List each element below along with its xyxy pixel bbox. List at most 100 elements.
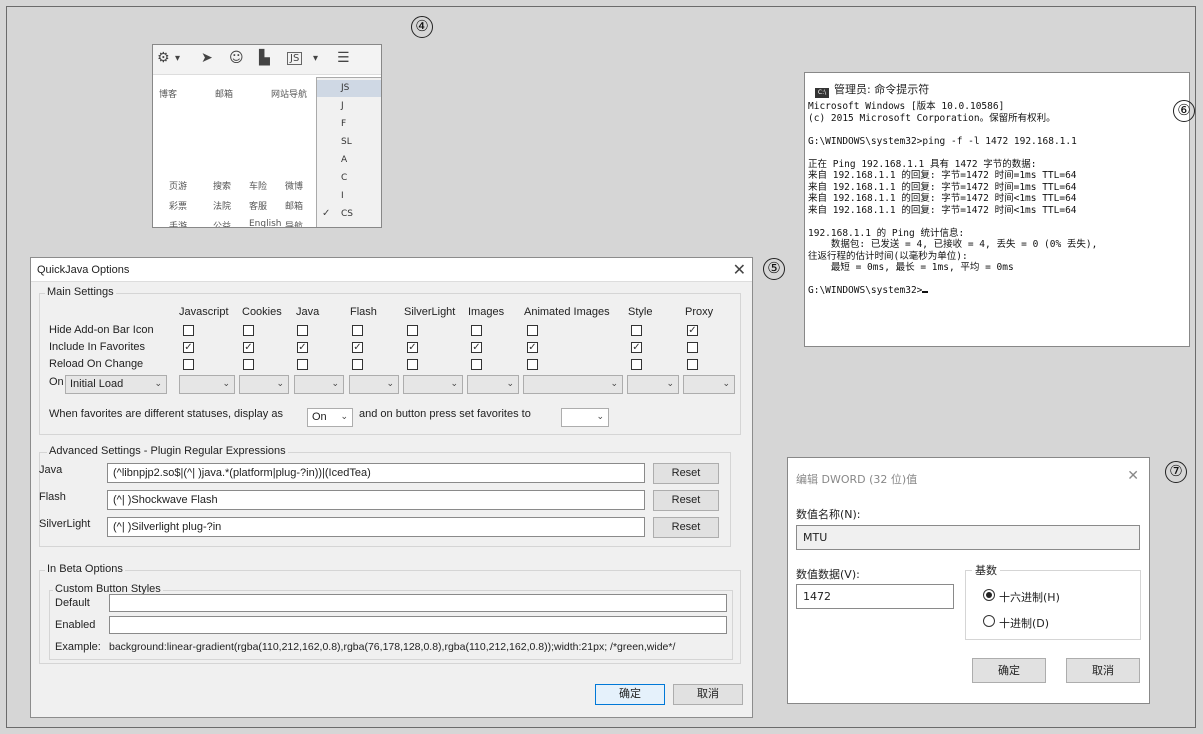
cmd-line: G:\WINDOWS\system32> <box>808 285 929 296</box>
main-settings-label: Main Settings <box>45 286 116 298</box>
column-select[interactable]: ⌄ <box>683 375 735 394</box>
plugin-label-java: Java <box>39 464 63 476</box>
hamburger-menu-icon[interactable]: ☰ <box>337 50 350 66</box>
menu-item-sl[interactable]: SL <box>317 134 381 151</box>
option-checkbox[interactable]: ✓ <box>183 342 194 353</box>
gear-menu-icon[interactable]: ⚙ <box>157 50 170 66</box>
column-select[interactable]: ⌄ <box>349 375 399 394</box>
option-checkbox[interactable] <box>297 359 308 370</box>
favorites-set-select[interactable]: ⌄ <box>561 408 609 427</box>
plugin-label-silverlight: SilverLight <box>39 518 91 530</box>
grid-link[interactable]: 微博 <box>285 179 303 192</box>
option-checkbox[interactable] <box>352 359 363 370</box>
option-checkbox[interactable]: ✓ <box>631 342 642 353</box>
nav-link[interactable]: 网站导航 <box>271 87 307 100</box>
decimal-radio[interactable] <box>983 615 995 627</box>
option-checkbox[interactable] <box>407 359 418 370</box>
favorites-display-select[interactable]: On ⌄ <box>307 408 353 427</box>
column-select[interactable]: ⌄ <box>403 375 463 394</box>
option-checkbox[interactable]: ✓ <box>687 325 698 336</box>
option-checkbox[interactable] <box>687 342 698 353</box>
cmd-line: 来自 192.168.1.1 的回复: 字节=1472 时间<1ms TTL=6… <box>808 204 1077 216</box>
on-select[interactable]: Initial Load ⌄ <box>65 375 167 394</box>
default-style-input[interactable] <box>109 594 727 612</box>
close-icon[interactable]: ✕ <box>733 260 746 279</box>
column-select[interactable]: ⌄ <box>179 375 235 394</box>
beta-options-label: In Beta Options <box>45 563 125 575</box>
option-checkbox[interactable] <box>631 359 642 370</box>
ok-button[interactable]: 确定 <box>972 658 1046 683</box>
option-checkbox[interactable]: ✓ <box>407 342 418 353</box>
flash-reset-button[interactable]: Reset <box>653 490 719 511</box>
option-checkbox[interactable] <box>183 359 194 370</box>
grid-link[interactable]: 客服 <box>249 199 267 212</box>
browser-toolbar: ⚙ ▾ ➤ ☺ ▙ JS ▾ ☰ <box>153 45 381 75</box>
grid-link[interactable]: 导航 <box>285 219 303 227</box>
cmd-line: 正在 Ping 192.168.1.1 具有 1472 字节的数据: <box>808 158 1037 170</box>
option-checkbox[interactable] <box>471 325 482 336</box>
nav-link[interactable]: 博客 <box>159 87 177 100</box>
grid-link[interactable]: 法院 <box>213 199 231 212</box>
option-checkbox[interactable] <box>631 325 642 336</box>
check-icon: ✓ <box>322 208 331 219</box>
menu-item-i[interactable]: I <box>317 188 381 205</box>
option-checkbox[interactable] <box>527 325 538 336</box>
face-icon[interactable]: ☺ <box>229 50 244 66</box>
js-icon[interactable]: JS <box>287 52 303 65</box>
option-checkbox[interactable] <box>352 325 363 336</box>
send-icon[interactable]: ➤ <box>201 50 213 66</box>
option-checkbox[interactable] <box>243 325 254 336</box>
grid-link[interactable]: English <box>249 219 282 227</box>
column-select[interactable]: ⌄ <box>294 375 344 394</box>
column-select[interactable]: ⌄ <box>627 375 679 394</box>
enabled-style-input[interactable] <box>109 616 727 634</box>
dialog-title: QuickJava Options <box>37 264 130 276</box>
menu-item-f[interactable]: F <box>317 116 381 133</box>
menu-item-a[interactable]: A <box>317 152 381 169</box>
option-checkbox[interactable]: ✓ <box>243 342 254 353</box>
grid-link[interactable]: 手游 <box>169 219 187 227</box>
grid-link[interactable]: 公益 <box>213 219 231 227</box>
column-select[interactable]: ⌄ <box>523 375 623 394</box>
dropdown-arrow-icon[interactable]: ▾ <box>175 53 180 64</box>
option-checkbox[interactable] <box>687 359 698 370</box>
java-regex-input[interactable]: (^libnpjp2.so$|(^| )java.*(platform|plug… <box>107 463 645 483</box>
block-icon[interactable]: ▙ <box>259 50 270 66</box>
option-checkbox[interactable] <box>183 325 194 336</box>
option-checkbox[interactable] <box>407 325 418 336</box>
cancel-button[interactable]: 取消 <box>673 684 743 705</box>
java-reset-button[interactable]: Reset <box>653 463 719 484</box>
base-group <box>965 570 1141 640</box>
nav-link[interactable]: 邮箱 <box>215 87 233 100</box>
dropdown-arrow-icon[interactable]: ▾ <box>313 53 318 64</box>
hex-radio[interactable] <box>983 589 995 601</box>
flash-regex-input[interactable]: (^| )Shockwave Flash <box>107 490 645 510</box>
option-checkbox[interactable]: ✓ <box>527 342 538 353</box>
silverlight-regex-input[interactable]: (^| )Silverlight plug-?in <box>107 517 645 537</box>
option-checkbox[interactable] <box>527 359 538 370</box>
value-data-input[interactable]: 1472 <box>796 584 954 609</box>
edit-dword-dialog: 编辑 DWORD (32 位)值 ✕ 数值名称(N): MTU 数值数据(V):… <box>787 457 1150 704</box>
example-text: background:linear-gradient(rgba(110,212,… <box>109 641 676 653</box>
silverlight-reset-button[interactable]: Reset <box>653 517 719 538</box>
column-select[interactable]: ⌄ <box>239 375 289 394</box>
option-checkbox[interactable] <box>471 359 482 370</box>
menu-item-js[interactable]: JS <box>317 80 381 97</box>
chevron-down-icon: ⌄ <box>154 379 162 389</box>
grid-link[interactable]: 页游 <box>169 179 187 192</box>
cancel-button[interactable]: 取消 <box>1066 658 1140 683</box>
option-checkbox[interactable] <box>243 359 254 370</box>
grid-link[interactable]: 彩票 <box>169 199 187 212</box>
close-icon[interactable]: ✕ <box>1127 468 1139 484</box>
option-checkbox[interactable]: ✓ <box>471 342 482 353</box>
option-checkbox[interactable]: ✓ <box>352 342 363 353</box>
grid-link[interactable]: 邮箱 <box>285 199 303 212</box>
menu-item-j[interactable]: J <box>317 98 381 115</box>
grid-link[interactable]: 车险 <box>249 179 267 192</box>
grid-link[interactable]: 搜索 <box>213 179 231 192</box>
column-select[interactable]: ⌄ <box>467 375 519 394</box>
menu-item-c[interactable]: C <box>317 170 381 187</box>
ok-button[interactable]: 确定 <box>595 684 665 705</box>
option-checkbox[interactable]: ✓ <box>297 342 308 353</box>
option-checkbox[interactable] <box>297 325 308 336</box>
